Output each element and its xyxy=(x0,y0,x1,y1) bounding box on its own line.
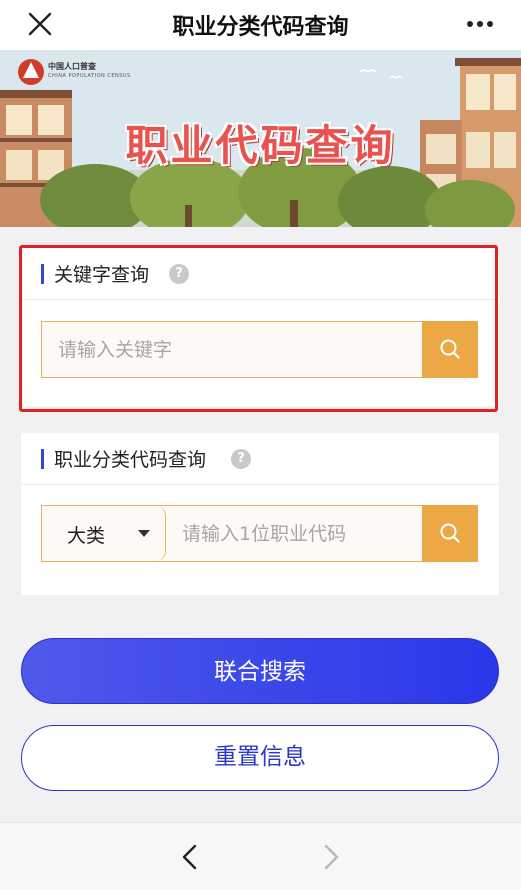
code-section-header: 职业分类代码查询 ? xyxy=(21,433,499,485)
banner-headline: 职业代码查询 xyxy=(125,121,396,170)
code-input[interactable] xyxy=(166,506,422,561)
chevron-down-icon xyxy=(138,530,150,537)
bottom-nav-bar xyxy=(0,822,521,890)
logo-subtitle: CHINA POPULATION CENSUS xyxy=(48,73,131,79)
code-section-title: 职业分类代码查询 xyxy=(54,449,207,471)
section-accent-bar xyxy=(41,449,44,469)
top-bar: 职业分类代码查询 xyxy=(0,0,521,50)
code-search-button[interactable] xyxy=(422,505,478,562)
highlight-frame xyxy=(19,245,498,412)
category-select-value: 大类 xyxy=(67,525,106,547)
code-search-row: 大类 xyxy=(41,505,478,562)
help-icon[interactable]: ? xyxy=(231,449,251,469)
page-title: 职业分类代码查询 xyxy=(172,15,349,40)
logo-title: 中国人口普查 xyxy=(48,62,96,71)
joint-search-button[interactable]: 联合搜索 xyxy=(21,638,499,704)
category-select[interactable]: 大类 xyxy=(42,506,166,561)
more-dots-icon[interactable] xyxy=(465,10,495,38)
forward-arrow-icon[interactable] xyxy=(316,841,346,873)
code-search-card: 职业分类代码查询 ? 大类 xyxy=(21,433,499,595)
banner: 中国人口普查 CHINA POPULATION CENSUS 职业代码查询 xyxy=(0,50,521,227)
search-icon xyxy=(440,523,460,543)
back-arrow-icon[interactable] xyxy=(175,841,205,873)
reset-button[interactable]: 重置信息 xyxy=(21,725,499,791)
